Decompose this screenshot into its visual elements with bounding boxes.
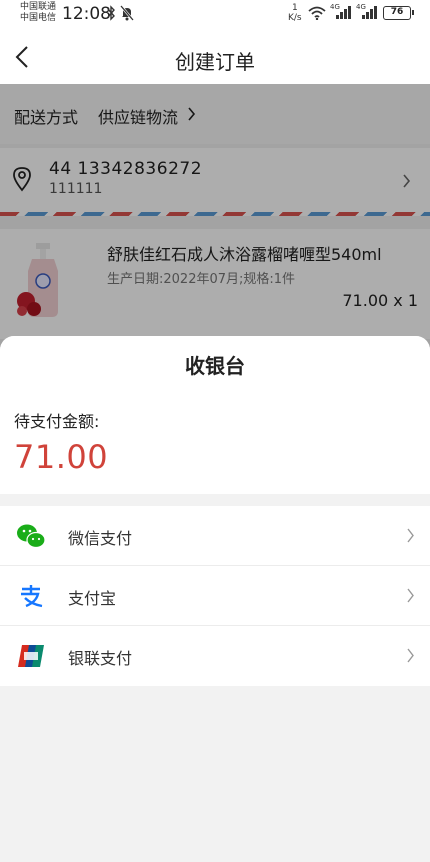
battery-icon: 76: [383, 6, 414, 20]
wechat-pay-icon: [17, 524, 46, 549]
alipay-icon: [21, 585, 43, 608]
status-bar: 中国联通 中国电信 12:08 1 K/s 4G 4G 76: [0, 0, 430, 30]
cashier-summary: 收银台 待支付金额: 71.00: [0, 336, 430, 494]
page-title: 创建订单: [175, 50, 255, 74]
payment-label: 银联支付: [68, 649, 133, 668]
carrier-names: 中国联通 中国电信: [20, 2, 56, 24]
carrier-1: 中国联通: [20, 2, 57, 12]
bluetooth-icon: [107, 5, 115, 21]
chevron-right-icon: [407, 588, 414, 603]
payment-option-unionpay[interactable]: 银联支付: [0, 626, 430, 686]
chevron-right-icon: [407, 648, 414, 663]
payment-method-list: 微信支付 支付宝 银联支付: [0, 506, 430, 686]
cashier-sheet: 收银台 待支付金额: 71.00 微信支付 支付宝 银联支付: [0, 336, 430, 862]
cashier-title: 收银台: [185, 354, 245, 378]
unionpay-icon: [18, 645, 44, 667]
page-header: 创建订单: [0, 30, 430, 84]
amount-label: 待支付金额:: [14, 412, 100, 431]
amount-value: 71.00: [14, 438, 109, 476]
payment-label: 微信支付: [68, 529, 133, 548]
carrier-2: 中国电信: [20, 13, 57, 23]
payment-label: 支付宝: [68, 589, 117, 608]
chevron-right-icon: [407, 528, 414, 543]
wifi-icon: [308, 6, 326, 20]
payment-option-wechat[interactable]: 微信支付: [0, 506, 430, 566]
network-speed: 1 K/s: [288, 3, 302, 23]
mute-bell-icon: [120, 5, 134, 21]
status-time: 12:08: [62, 4, 111, 24]
payment-option-alipay[interactable]: 支付宝: [0, 566, 430, 626]
